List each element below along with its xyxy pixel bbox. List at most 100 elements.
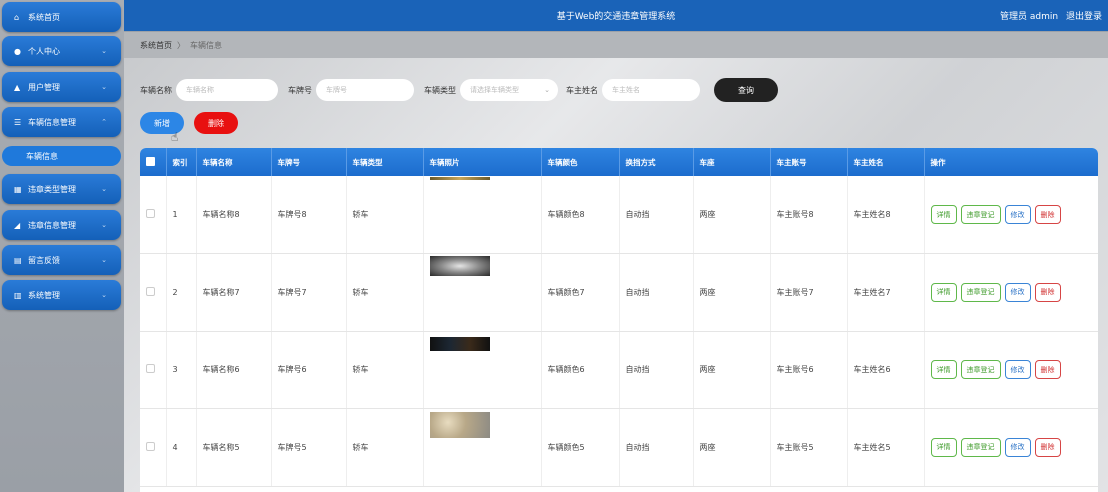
vehicle-name-cell: 车辆名称7 (196, 253, 272, 332)
row-delete-button[interactable]: 删除 (1034, 360, 1061, 380)
vehicle-photo (429, 177, 490, 180)
seats-cell: 两座 (693, 331, 771, 409)
sidebar-item-vehicles[interactable]: ☰ 车辆信息管理 ⌃ (2, 107, 121, 137)
user-icon: ● (14, 46, 21, 56)
query-button[interactable]: 查询 (714, 78, 778, 102)
row-delete-button[interactable]: 删除 (1034, 205, 1061, 224)
plate-input[interactable]: 车牌号 (316, 79, 414, 101)
vehicle-type-label: 车辆类型 (424, 85, 456, 95)
owner-name-input[interactable]: 车主姓名 (602, 79, 700, 101)
chevron-down-icon: ⌄ (101, 291, 107, 299)
sidebar-item-violations[interactable]: ◢ 违章信息管理 ⌄ (2, 210, 121, 240)
table-row: 3 车辆名称6 车牌号6 轿车 车辆颜色6 自动挡 两座 车主账号6 车主姓名6… (140, 331, 1098, 409)
row-checkbox[interactable] (146, 209, 155, 218)
detail-button[interactable]: 详情 (930, 205, 957, 224)
color-cell: 车辆颜色6 (541, 331, 620, 409)
edit-button[interactable]: 修改 (1004, 282, 1031, 302)
row-checkbox[interactable] (146, 286, 155, 296)
sidebar-item-label: 系统管理 (28, 290, 60, 300)
row-select-cell[interactable] (140, 253, 167, 332)
detail-button[interactable]: 详情 (930, 282, 957, 302)
row-select-cell[interactable] (140, 331, 167, 409)
index-cell: 3 (166, 331, 197, 409)
user-area: 管理员 admin 退出登录 (995, 9, 1102, 22)
seats-cell: 两座 (693, 253, 771, 332)
row-select-cell[interactable] (140, 408, 167, 487)
owner-name-cell: 车主姓名7 (847, 253, 925, 332)
gear-cell: 自动挡 (619, 253, 694, 332)
actions-cell: 详情 违章登记 修改 删除 (924, 253, 1098, 332)
select-all-cell[interactable] (140, 148, 167, 176)
register-violation-button[interactable]: 违章登记 (960, 437, 1001, 457)
chevron-down-icon: ⌄ (101, 47, 107, 55)
column-header: 换挡方式 (619, 148, 694, 176)
column-header: 车牌号 (271, 148, 347, 176)
sidebar-item-label: 系统首页 (28, 12, 60, 22)
breadcrumb: 系统首页 〉 车辆信息 (124, 32, 1108, 58)
plate-label: 车牌号 (288, 85, 312, 95)
chart-icon: ◢ (14, 220, 21, 230)
sidebar-item-users[interactable]: ▲ 用户管理 ⌄ (2, 72, 121, 102)
row-checkbox[interactable] (146, 364, 155, 374)
detail-button[interactable]: 详情 (930, 360, 957, 380)
row-select-cell[interactable] (140, 176, 167, 254)
chevron-down-icon: ⌄ (101, 221, 107, 229)
users-icon: ▲ (14, 82, 21, 92)
breadcrumb-home[interactable]: 系统首页 (140, 40, 172, 51)
vehicle-type-cell: 轿车 (346, 176, 424, 254)
sidebar-item-feedback[interactable]: ▤ 留言反馈 ⌄ (2, 245, 121, 275)
owner-name-label: 车主姓名 (566, 85, 598, 95)
register-violation-button[interactable]: 违章登记 (960, 282, 1001, 302)
owner-account-cell: 车主账号5 (770, 408, 848, 487)
table-row: 2 车辆名称7 车牌号7 轿车 车辆颜色7 自动挡 两座 车主账号7 车主姓名7… (140, 253, 1098, 332)
edit-button[interactable]: 修改 (1004, 205, 1031, 224)
sidebar-item-home[interactable]: ⌂ 系统首页 (2, 2, 121, 32)
home-icon: ⌂ (14, 12, 20, 22)
actions-cell: 详情 违章登记 修改 删除 (924, 408, 1098, 487)
chevron-down-icon: ⌄ (101, 256, 107, 264)
column-header: 车主姓名 (847, 148, 925, 176)
sidebar-subitem-vehicle-info[interactable]: 车辆信息 (2, 146, 121, 166)
column-header: 车辆名称 (196, 148, 272, 176)
plate-cell: 车牌号7 (271, 253, 347, 332)
photo-cell (423, 408, 542, 487)
color-cell: 车辆颜色7 (541, 253, 620, 332)
main-content: 车辆名称 车辆名称 车牌号 车牌号 车辆类型 请选择车辆类型 ⌄ 车主姓名 车主… (124, 58, 1108, 492)
chevron-down-icon: ⌄ (544, 86, 550, 94)
logout-link[interactable]: 退出登录 (1066, 12, 1102, 22)
search-bar: 车辆名称 车辆名称 车牌号 车牌号 车辆类型 请选择车辆类型 ⌄ 车主姓名 车主… (140, 78, 778, 102)
row-delete-button[interactable]: 删除 (1034, 437, 1061, 457)
vehicle-type-cell: 轿车 (346, 253, 424, 332)
register-violation-button[interactable]: 违章登记 (960, 205, 1001, 224)
vehicle-name-input[interactable]: 车辆名称 (176, 79, 278, 101)
table-row: 4 车辆名称5 车牌号5 轿车 车辆颜色5 自动挡 两座 车主账号5 车主姓名5… (140, 408, 1098, 487)
owner-name-cell: 车主姓名6 (847, 331, 925, 409)
gear-cell: 自动挡 (619, 408, 694, 487)
chevron-down-icon: ⌄ (101, 185, 107, 193)
delete-button[interactable]: 删除 (194, 112, 238, 134)
vehicle-name-cell: 车辆名称5 (196, 408, 272, 487)
chevron-down-icon: ⌄ (101, 83, 107, 91)
sidebar-subitem-label: 车辆信息 (26, 151, 58, 161)
register-violation-button[interactable]: 违章登记 (960, 360, 1001, 380)
actions-cell: 详情 违章登记 修改 删除 (924, 176, 1098, 254)
sidebar-item-profile[interactable]: ● 个人中心 ⌄ (2, 36, 121, 66)
photo-cell (423, 331, 542, 409)
row-delete-button[interactable]: 删除 (1034, 282, 1061, 302)
vehicle-type-cell: 轿车 (346, 331, 424, 409)
list-icon: ☰ (14, 117, 22, 127)
sidebar-item-system[interactable]: ▥ 系统管理 ⌄ (2, 280, 121, 310)
detail-button[interactable]: 详情 (930, 437, 957, 457)
gear-cell: 自动挡 (619, 331, 694, 409)
edit-button[interactable]: 修改 (1004, 360, 1031, 380)
breadcrumb-current: 车辆信息 (190, 40, 222, 50)
row-checkbox[interactable] (146, 441, 155, 451)
edit-button[interactable]: 修改 (1004, 437, 1031, 457)
column-header: 车辆颜色 (541, 148, 620, 176)
photo-cell (423, 253, 542, 332)
select-all-checkbox[interactable] (146, 156, 155, 166)
actions-cell: 详情 违章登记 修改 删除 (924, 331, 1098, 409)
vehicle-type-select[interactable]: 请选择车辆类型 ⌄ (460, 79, 558, 101)
table-header-row: 索引 车辆名称 车牌号 车辆类型 车辆照片 车辆颜色 换挡方式 车座 车主账号 … (140, 148, 1098, 176)
sidebar-item-violation-types[interactable]: ▦ 违章类型管理 ⌄ (2, 174, 121, 204)
